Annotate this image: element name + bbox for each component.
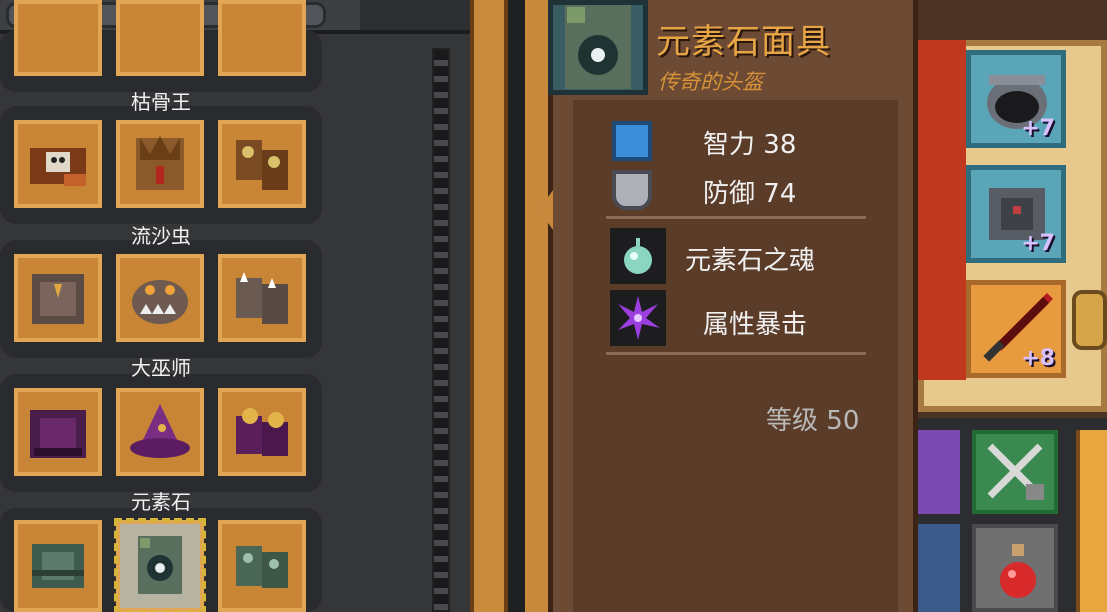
effect-icon-frame (610, 290, 666, 346)
bone-king-helmet-icon (136, 136, 184, 190)
purple-crit-burst-icon (618, 296, 660, 340)
set-name: 元素石 (131, 490, 191, 514)
archmage-hat-icon (130, 404, 190, 458)
set-item-slot[interactable] (14, 254, 102, 342)
enhance-level-badge: +8 (1021, 346, 1055, 371)
set-name: 枯骨王 (131, 90, 191, 114)
divider (606, 352, 866, 355)
enhance-level-badge: +7 (1021, 231, 1055, 256)
element-soul-orb-icon (624, 238, 652, 274)
side-handle[interactable] (1072, 290, 1107, 350)
stat-value: 74 (763, 179, 797, 209)
intelligence-book-icon (612, 121, 652, 161)
enhance-level-badge: +7 (1021, 116, 1055, 141)
character-portrait-edge (918, 40, 966, 380)
effect-label: 元素石之魂 (685, 246, 816, 276)
equip-slot-armor[interactable]: +7 (966, 165, 1066, 263)
stat-intelligence: 智力 38 (703, 124, 796, 161)
red-potion-icon (1000, 544, 1036, 598)
level-value: 50 (826, 406, 860, 436)
item-slot[interactable] (116, 0, 204, 76)
side-bar (1076, 430, 1107, 612)
set-name: 大巫师 (131, 356, 191, 380)
sandworm-helmet-icon (132, 280, 188, 324)
item-rarity-type: 传奇的头盔 (658, 70, 763, 94)
elementstone-armor-icon (32, 544, 84, 588)
effect-label: 属性暴击 (703, 310, 808, 340)
set-item-slot[interactable] (218, 520, 306, 612)
defense-shield-icon (612, 170, 652, 210)
set-item-slot[interactable] (218, 120, 306, 208)
stat-defense: 防御 74 (703, 173, 796, 210)
elementstone-boots-icon (236, 546, 288, 588)
set-item-slot[interactable] (116, 120, 204, 208)
effect-icon-frame (610, 228, 666, 284)
stat-value: 38 (763, 130, 797, 160)
item-level: 等级 50 (766, 400, 859, 437)
equip-slot-helmet[interactable]: +7 (966, 50, 1066, 148)
consumable-slot[interactable] (972, 524, 1058, 612)
skill-slot-partial[interactable] (918, 524, 960, 612)
archmage-boots-icon (236, 408, 288, 456)
set-item-slot[interactable] (14, 388, 102, 476)
item-name: 元素石面具 (656, 22, 831, 62)
set-item-slot[interactable] (116, 388, 204, 476)
stat-label: 智力 (703, 130, 756, 160)
bone-king-boots-icon (236, 140, 288, 190)
item-slot[interactable] (218, 0, 306, 76)
set-item-slot[interactable] (116, 254, 204, 342)
set-item-slot-selected[interactable] (114, 518, 206, 612)
set-item-slot[interactable] (218, 388, 306, 476)
stat-label: 防御 (703, 179, 756, 209)
set-item-slot[interactable] (14, 520, 102, 612)
elementstone-mask-icon (138, 536, 182, 594)
equip-slot-weapon[interactable]: +8 (966, 280, 1066, 378)
skill-slot-partial[interactable] (918, 430, 960, 514)
archmage-robe-icon (30, 410, 86, 458)
item-slot[interactable] (14, 0, 102, 76)
sandworm-armor-icon (32, 274, 84, 324)
crossed-swords-locked-icon (987, 443, 1044, 500)
skill-slot[interactable] (972, 430, 1058, 514)
divider (606, 216, 866, 219)
level-label: 等级 (766, 406, 819, 436)
bone-king-armor-icon (30, 148, 86, 186)
elementstone-mask-icon (565, 5, 631, 89)
set-item-slot[interactable] (218, 254, 306, 342)
item-icon-frame (548, 0, 648, 95)
panel-border (470, 0, 508, 612)
scrollbar-chain[interactable] (432, 48, 450, 612)
set-name: 流沙虫 (131, 224, 191, 248)
sandworm-boots-icon (236, 272, 288, 324)
set-item-slot[interactable] (14, 120, 102, 208)
